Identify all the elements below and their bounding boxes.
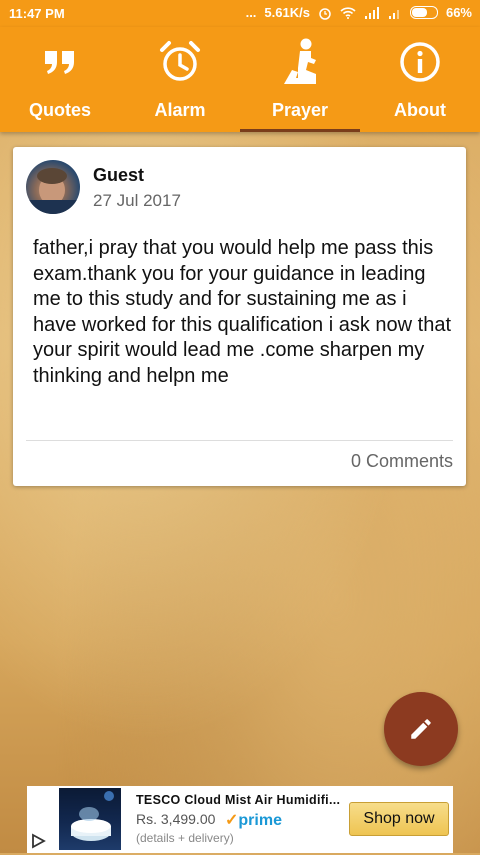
wifi-icon <box>340 6 356 19</box>
battery-icon <box>409 6 438 19</box>
tab-about[interactable]: About <box>360 27 480 132</box>
product-image[interactable] <box>59 788 121 850</box>
tab-label: Alarm <box>154 100 206 120</box>
status-dots: ... <box>245 5 257 20</box>
status-time: 11:47 PM <box>9 6 65 21</box>
ad-details[interactable]: (details + delivery) <box>136 831 234 845</box>
tab-label: Prayer <box>271 100 329 120</box>
prayer-message: father,i pray that you would help me pas… <box>33 237 451 387</box>
battery-percent: 66% <box>445 5 472 20</box>
tab-prayer[interactable]: Prayer <box>240 27 360 132</box>
divider <box>26 440 453 441</box>
alarm-clock-icon <box>120 39 240 85</box>
status-icons: ... 5.61K/s 66% <box>246 5 472 20</box>
tab-label: About <box>394 100 446 120</box>
ad-price: Rs. 3,499.00 <box>136 811 216 827</box>
info-icon <box>360 39 480 85</box>
signal-icon <box>364 6 379 19</box>
network-speed: 5.61K/s <box>264 5 310 20</box>
ad-banner[interactable]: TESCO Cloud Mist Air Humidifi... Rs. 3,4… <box>27 786 453 853</box>
tab-bar: Quotes Alarm Prayer About <box>0 27 480 132</box>
pencil-icon <box>411 719 431 739</box>
avatar <box>26 160 80 214</box>
tab-label: Quotes <box>28 100 91 120</box>
quote-icon <box>0 39 120 85</box>
ad-choices-icon[interactable] <box>29 832 47 850</box>
post-date: 27 Jul 2017 <box>93 191 181 210</box>
write-prayer-button[interactable] <box>384 692 458 766</box>
user-name: Guest <box>93 165 145 185</box>
tab-quotes[interactable]: Quotes <box>0 27 120 132</box>
shop-now-button[interactable]: Shop now <box>349 802 449 836</box>
signal-icon-2 <box>388 9 399 19</box>
ad-title[interactable]: TESCO Cloud Mist Air Humidifi... <box>136 793 340 807</box>
status-bar: 11:47 PM ... 5.61K/s 66% <box>0 0 480 27</box>
selected-tab-indicator <box>240 129 360 132</box>
prayer-card[interactable]: Guest 27 Jul 2017 father,i pray that you… <box>13 147 466 486</box>
praying-person-icon <box>240 38 360 85</box>
alarm-icon <box>319 7 331 20</box>
prime-badge: ✓prime <box>225 812 282 829</box>
tab-alarm[interactable]: Alarm <box>120 27 240 132</box>
comments-link[interactable]: 0 Comments <box>351 451 453 472</box>
